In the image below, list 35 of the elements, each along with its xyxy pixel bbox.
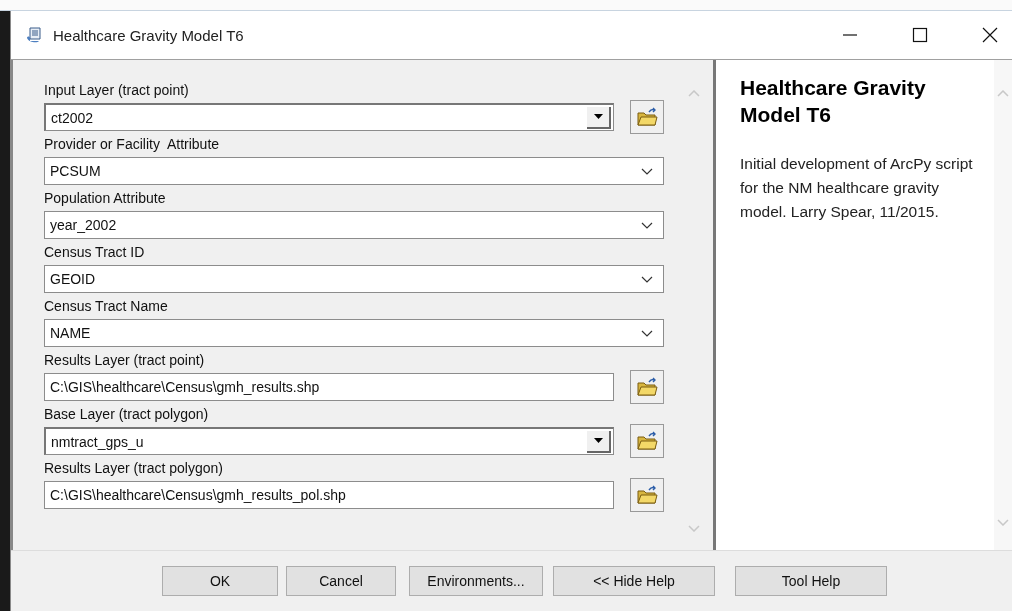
dropdown-field[interactable]: GEOID (44, 265, 664, 293)
dialog-button[interactable]: Environments... (409, 566, 543, 596)
field-label: Results Layer (tract polygon) (44, 460, 224, 477)
help-text: Initial development of ArcPy script for the NM healthcare gravity model. Larry Spear, 11/2015. (740, 154, 974, 222)
dialog-button[interactable]: << Hide Help (553, 566, 715, 596)
dialog-button[interactable]: Cancel (286, 566, 396, 596)
field-label: Provider or Facility Attribute (44, 136, 221, 153)
help-title: Healthcare Gravity Model T6 (740, 75, 927, 128)
folder-icon[interactable] (630, 370, 664, 404)
chevron-down-icon[interactable] (641, 167, 653, 175)
folder-icon[interactable] (630, 424, 664, 458)
combo-field[interactable]: ct2002 (44, 103, 614, 131)
folder-icon[interactable] (630, 100, 664, 134)
dialog-button[interactable]: OK (162, 566, 278, 596)
dropdown-field[interactable]: year_2002 (44, 211, 664, 239)
path-field[interactable]: C:\GIS\healthcare\Census\gmh_results_pol.shp (44, 481, 614, 509)
chevron-down-icon[interactable] (641, 275, 653, 283)
field-label: Population Attribute (44, 190, 167, 207)
dropdown-field[interactable]: PCSUM (44, 157, 664, 185)
field-label: Census Tract Name (44, 298, 169, 315)
dropdown-field[interactable]: NAME (44, 319, 664, 347)
window-title: Healthcare Gravity Model T6 (53, 26, 244, 44)
field-label: Input Layer (tract point) (44, 82, 190, 99)
field-label: Base Layer (tract polygon) (44, 406, 210, 423)
tool-help-button[interactable]: Tool Help (735, 566, 887, 596)
script-icon (25, 26, 43, 44)
folder-icon[interactable] (630, 478, 664, 512)
maximize-icon[interactable] (912, 27, 928, 43)
field-label: Census Tract ID (44, 244, 146, 261)
combo-field[interactable]: nmtract_gps_u (44, 427, 614, 455)
close-icon[interactable] (982, 27, 998, 43)
chevron-down-icon[interactable] (641, 221, 653, 229)
field-label: Results Layer (tract point) (44, 352, 206, 369)
chevron-down-icon[interactable] (641, 329, 653, 337)
path-field[interactable]: C:\GIS\healthcare\Census\gmh_results.shp (44, 373, 614, 401)
